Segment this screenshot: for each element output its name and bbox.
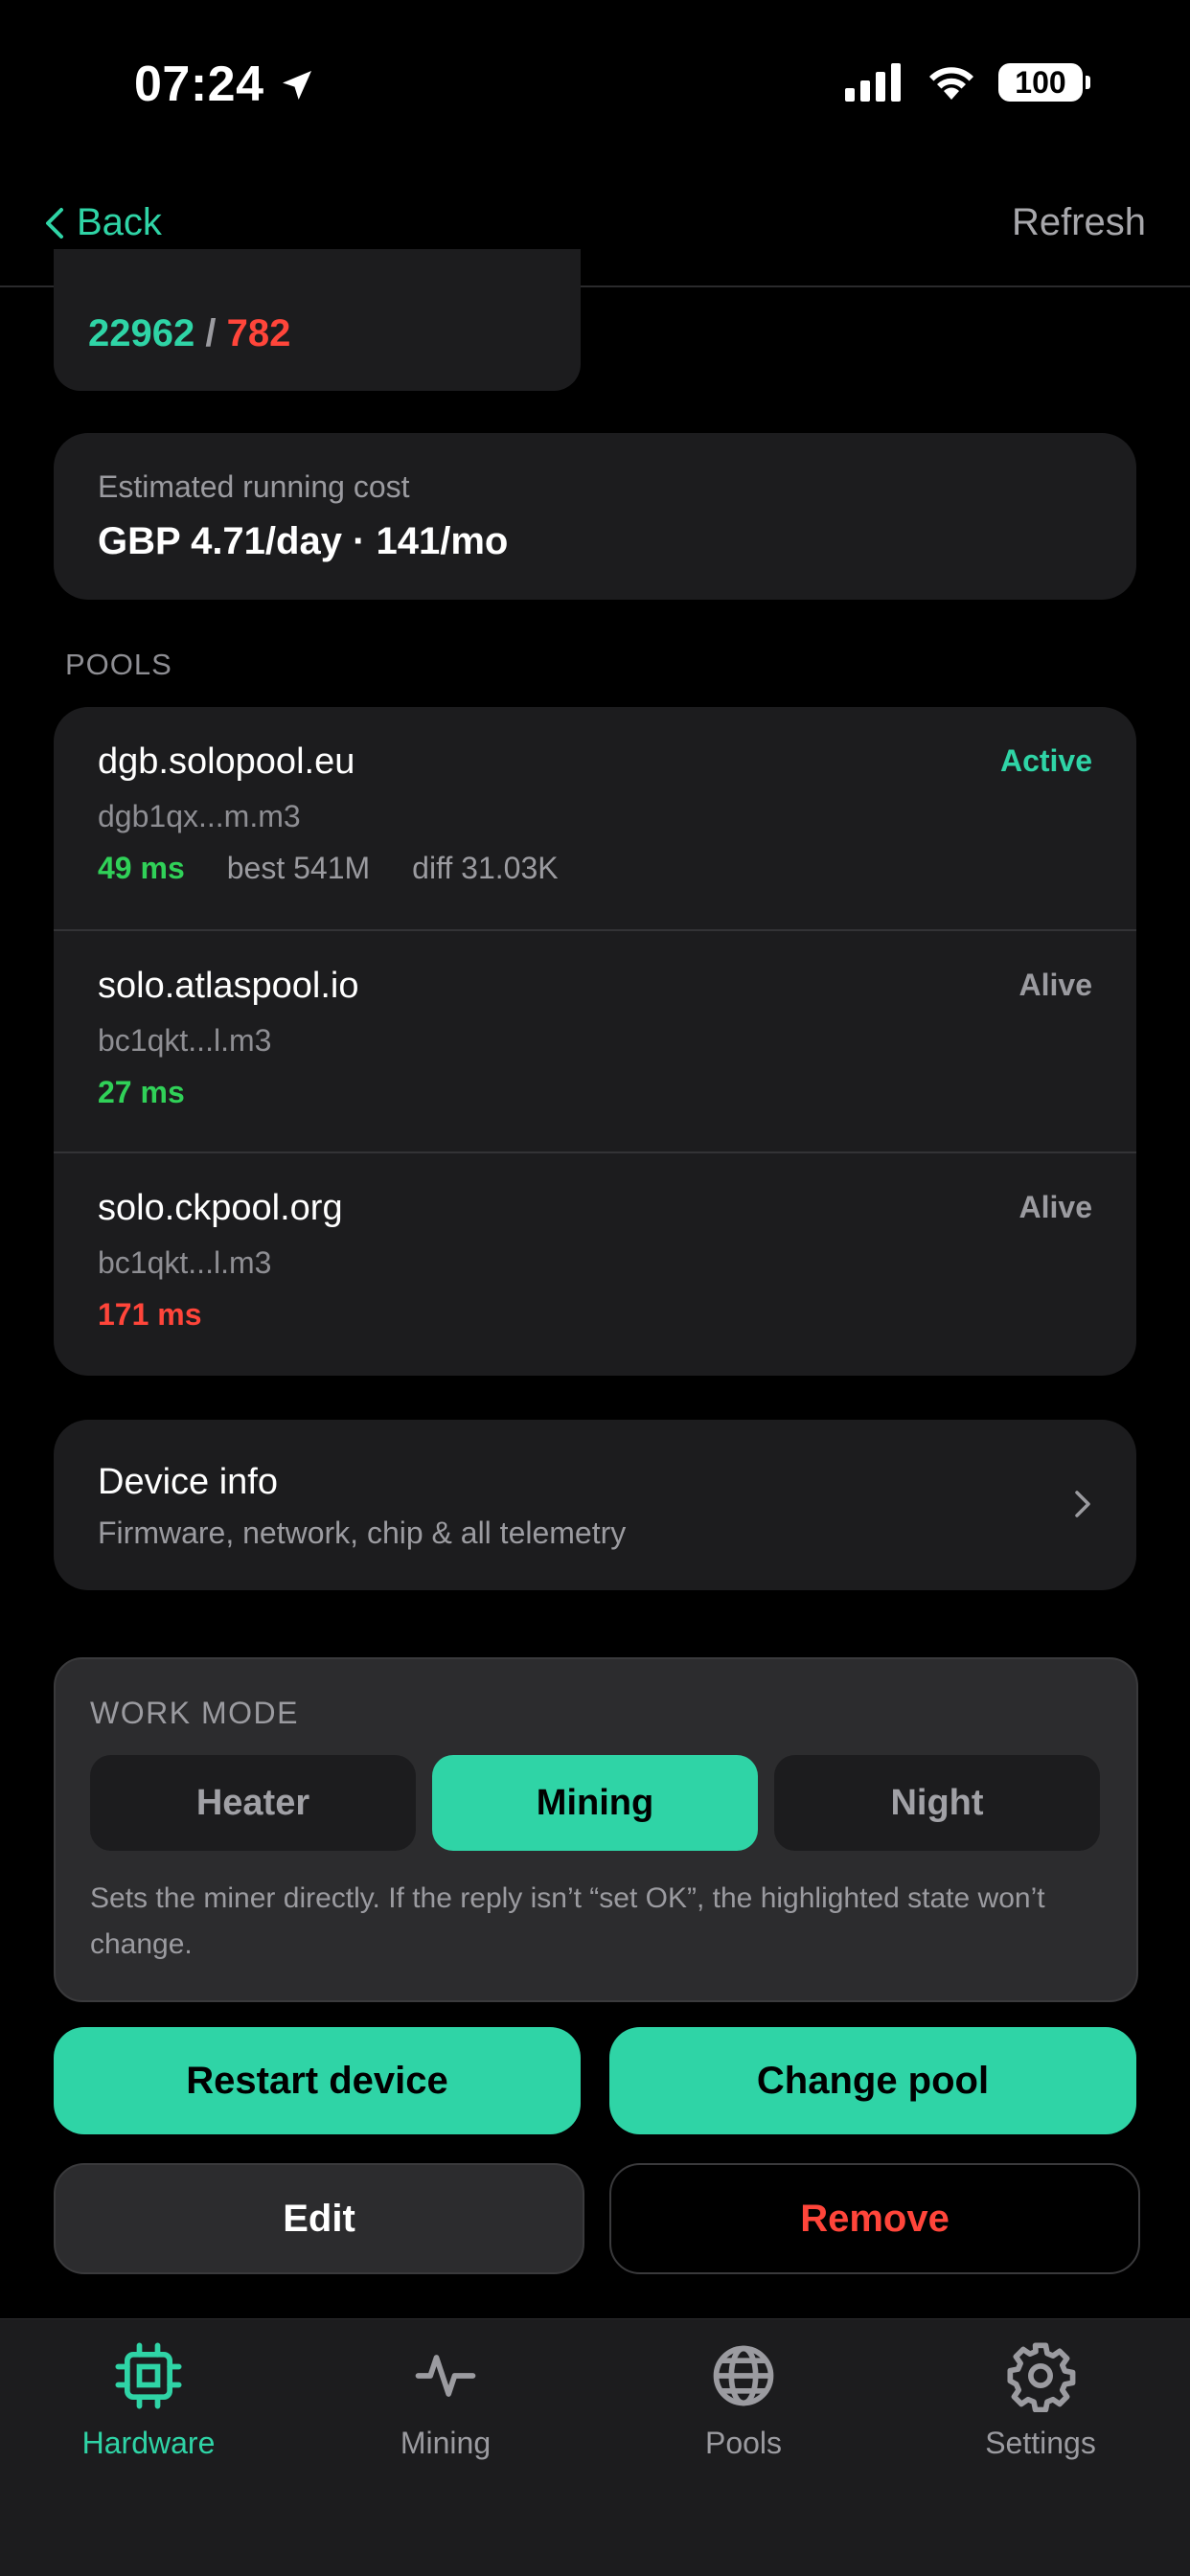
remove-button[interactable]: Remove — [609, 2163, 1140, 2274]
tab-mining[interactable]: Mining — [331, 2339, 561, 2461]
pool-latency: 27 ms — [98, 1075, 185, 1109]
pool-latency: 171 ms — [98, 1297, 202, 1332]
work-mode-night[interactable]: Night — [774, 1755, 1100, 1851]
chip-icon — [115, 2342, 182, 2409]
edit-button[interactable]: Edit — [54, 2163, 584, 2274]
pool-row[interactable]: solo.ckpool.org Alive bc1qkt...l.m3 171 … — [54, 1151, 1136, 1376]
gear-icon — [1007, 2342, 1076, 2412]
work-mode-mining[interactable]: Mining — [432, 1755, 758, 1851]
pool-name: solo.ckpool.org — [98, 1188, 343, 1228]
work-mode-title: WORK MODE — [90, 1696, 299, 1730]
tab-label: Pools — [704, 2426, 783, 2460]
chevron-left-icon — [46, 207, 63, 239]
pool-address: dgb1qx...m.m3 — [98, 799, 301, 833]
globe-icon — [713, 2345, 774, 2406]
wifi-icon — [929, 67, 973, 100]
shares-values: 22962 / 782 — [88, 312, 290, 355]
pool-diff: diff 31.03K — [412, 851, 559, 885]
pool-name: dgb.solopool.eu — [98, 741, 355, 782]
location-arrow-icon — [283, 71, 312, 100]
tab-hardware[interactable]: Hardware — [34, 2339, 263, 2461]
work-mode-note: Sets the miner directly. If the reply is… — [90, 1882, 1045, 1960]
device-info-subtitle: Firmware, network, chip & all telemetry — [98, 1516, 627, 1550]
tab-label: Hardware — [81, 2426, 216, 2460]
pool-best: best 541M — [226, 851, 371, 885]
pools-section-title: POOLS — [65, 648, 172, 681]
cellular-signal-icon — [845, 63, 901, 102]
tab-label: Settings — [985, 2426, 1096, 2460]
battery-indicator: 100 — [998, 63, 1090, 102]
pool-metrics: 27 ms — [98, 1075, 185, 1110]
pool-row[interactable]: dgb.solopool.eu Active dgb1qx...m.m3 49 … — [54, 707, 1136, 929]
device-info-row[interactable] — [54, 1420, 1136, 1590]
change-pool-button[interactable]: Change pool — [609, 2027, 1136, 2134]
pool-latency: 49 ms — [98, 851, 185, 885]
pool-status: Active — [999, 743, 1092, 778]
refresh-button[interactable]: Refresh — [1012, 201, 1146, 244]
running-cost-label: Estimated running cost — [98, 469, 410, 504]
shares-separator: / — [205, 312, 217, 354]
chevron-right-icon — [1075, 1491, 1090, 1517]
activity-icon — [415, 2355, 476, 2397]
running-cost-value: GBP 4.71/day · 141/mo — [98, 520, 509, 562]
pool-name: solo.atlaspool.io — [98, 966, 359, 1006]
status-time: 07:24 — [134, 56, 316, 113]
running-cost-card — [54, 433, 1136, 600]
pool-metrics: 171 ms — [98, 1297, 202, 1333]
shares-accepted: 22962 — [88, 312, 195, 354]
tab-label: Mining — [400, 2426, 492, 2460]
work-mode-heater[interactable]: Heater — [90, 1755, 416, 1851]
back-button[interactable]: Back — [42, 201, 162, 244]
pools-list: dgb.solopool.eu Active dgb1qx...m.m3 49 … — [54, 707, 1136, 1376]
device-info-title: Device info — [98, 1462, 278, 1502]
shares-rejected: 782 — [226, 312, 291, 354]
pool-metrics: 49 ms best 541M diff 31.03K — [98, 851, 559, 886]
restart-device-button[interactable]: Restart device — [54, 2027, 581, 2134]
pool-status: Alive — [1018, 1190, 1092, 1224]
pool-address: bc1qkt...l.m3 — [98, 1245, 272, 1280]
pool-address: bc1qkt...l.m3 — [98, 1023, 272, 1058]
tab-settings[interactable]: Settings — [926, 2339, 1156, 2461]
pool-row[interactable]: solo.atlaspool.io Alive bc1qkt...l.m3 27… — [54, 929, 1136, 1153]
status-icons: 100 — [845, 63, 1090, 102]
tab-pools[interactable]: Pools — [629, 2339, 858, 2461]
pool-status: Alive — [1018, 968, 1092, 1002]
back-label: Back — [77, 201, 162, 243]
